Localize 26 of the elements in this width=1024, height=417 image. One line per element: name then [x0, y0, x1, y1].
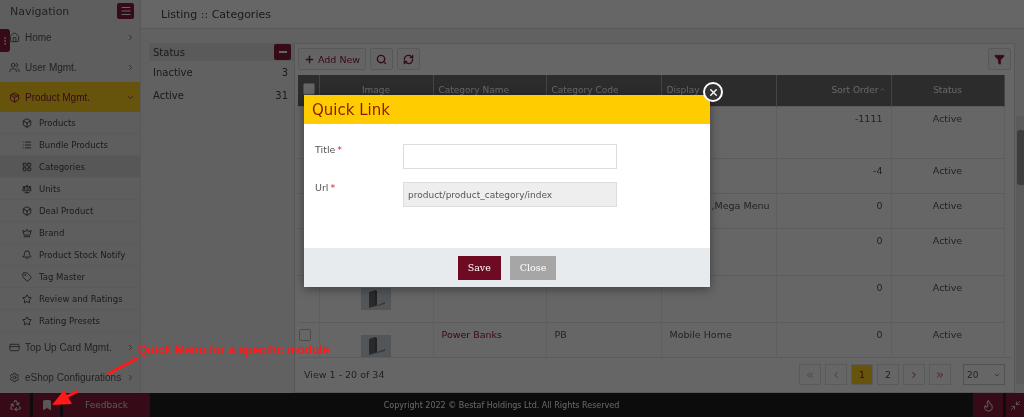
table-cell: PB — [554, 328, 567, 340]
table-cell: -4 — [873, 164, 883, 176]
table-cell: Mobile Home — [669, 328, 732, 340]
table-cell: Active — [932, 281, 963, 293]
table-cell: Active — [932, 328, 963, 340]
table-cell: Active — [932, 112, 963, 124]
field-label: Title * — [315, 144, 344, 155]
table-cell: 0 — [876, 281, 883, 293]
filter-count: 3 — [281, 67, 288, 78]
page-title: Listing :: Categories — [161, 7, 271, 21]
table-cell: 0 — [876, 234, 883, 246]
table-cell: Active — [932, 234, 963, 246]
sidebar-title: Navigation — [10, 4, 70, 18]
field-label: Url * — [315, 182, 337, 193]
filter-count: 31 — [275, 90, 288, 101]
table-cell: Active — [932, 199, 963, 211]
dialog-title: Quick Link — [312, 100, 390, 119]
table-cell: Active — [932, 164, 963, 176]
table-cell: -1111 — [854, 112, 883, 124]
copyright-text: Copyright 2022 © Bestaf Holdings Ltd. All Rights Reserved — [382, 400, 621, 410]
filter-title: Status — [153, 46, 185, 58]
annotation-text: Quick Menu for a specific module — [138, 343, 330, 357]
table-cell: 0 — [876, 328, 883, 340]
table-cell: 0 — [876, 199, 883, 211]
page-summary: View 1 - 20 of 34 — [304, 369, 386, 381]
table-cell: ,Mega Menu — [711, 199, 770, 211]
